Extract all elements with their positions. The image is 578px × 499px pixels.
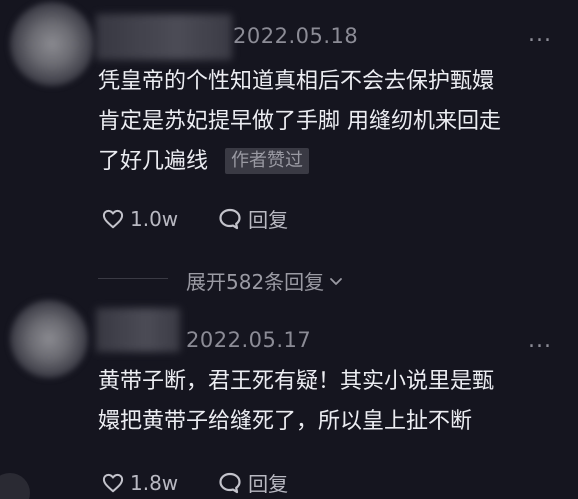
comment-line: 凭皇帝的个性知道真相后不会去保护甄嬛 bbox=[98, 69, 495, 94]
more-dots-icon: ... bbox=[528, 328, 552, 353]
chevron-down-icon bbox=[330, 277, 343, 285]
comment-line: 肯定是苏妃提早做了手脚 用缝纫机来回走 bbox=[98, 109, 501, 134]
comment-line: 黄带子断，君王死有疑！其实小说里是甄 bbox=[98, 369, 495, 394]
author-liked-badge: 作者赞过 bbox=[225, 148, 310, 174]
more-options-button[interactable]: ... bbox=[528, 22, 552, 47]
reply-label: 回复 bbox=[248, 208, 289, 232]
comment-text: 凭皇帝的个性知道真相后不会去保护甄嬛 肯定是苏妃提早做了手脚 用缝纫机来回走 了… bbox=[98, 62, 558, 182]
like-count: 1.0w bbox=[130, 206, 179, 231]
comment-actions: 1.8w 回复 bbox=[102, 468, 328, 497]
speech-bubble-icon bbox=[219, 472, 241, 493]
comment-actions: 1.0w 回复 bbox=[102, 204, 328, 233]
more-options-button[interactable]: ... bbox=[528, 328, 552, 353]
comment-item: 2022.05.18 ... 凭皇帝的个性知道真相后不会去保护甄嬛 肯定是苏妃提… bbox=[0, 0, 578, 250]
username-blurred[interactable] bbox=[96, 308, 180, 352]
reply-button[interactable]: 回复 bbox=[218, 204, 288, 233]
expand-replies-label: 展开582条回复 bbox=[186, 270, 325, 294]
avatar[interactable] bbox=[10, 2, 94, 86]
more-dots-icon: ... bbox=[528, 22, 552, 47]
heart-outline-icon bbox=[102, 473, 124, 492]
reply-button[interactable]: 回复 bbox=[218, 468, 288, 497]
comments-screen: 2022.05.18 ... 凭皇帝的个性知道真相后不会去保护甄嬛 肯定是苏妃提… bbox=[0, 0, 578, 499]
speech-bubble-icon bbox=[219, 208, 241, 229]
like-button[interactable]: 1.8w bbox=[102, 471, 178, 495]
reply-label: 回复 bbox=[248, 472, 289, 496]
comment-line: 嬛把黄带子给缝死了，所以皇上扯不断 bbox=[98, 409, 473, 434]
avatar[interactable] bbox=[10, 300, 88, 378]
comment-text: 黄带子断，君王死有疑！其实小说里是甄 嬛把黄带子给缝死了，所以皇上扯不断 bbox=[98, 362, 558, 442]
comment-item: 2022.05.17 ... 黄带子断，君王死有疑！其实小说里是甄 嬛把黄带子给… bbox=[0, 298, 578, 499]
comment-date: 2022.05.17 bbox=[186, 328, 312, 352]
expand-replies-button[interactable]: 展开582条回复 bbox=[98, 266, 344, 295]
comment-date: 2022.05.18 bbox=[233, 24, 359, 48]
comment-line: 了好几遍线 作者赞过 bbox=[98, 142, 558, 182]
username-blurred[interactable] bbox=[96, 14, 232, 60]
like-count: 1.8w bbox=[130, 470, 179, 495]
divider-line bbox=[98, 278, 168, 279]
heart-outline-icon bbox=[102, 209, 124, 228]
like-button[interactable]: 1.0w bbox=[102, 207, 178, 231]
